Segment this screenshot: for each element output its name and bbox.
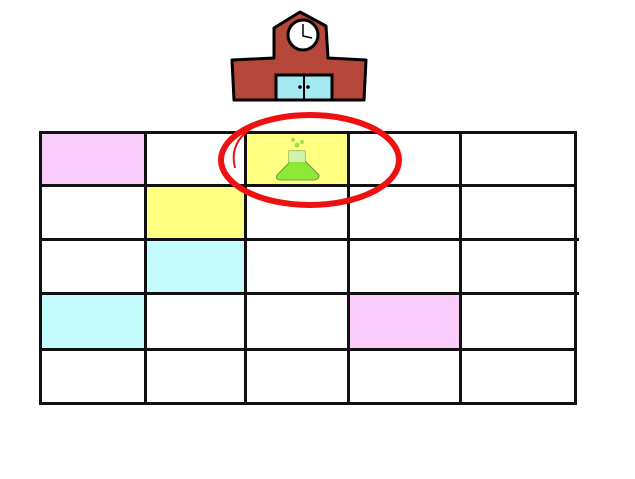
board-cell-4-2[interactable]: [245, 349, 348, 403]
board-cell-4-3[interactable]: [348, 349, 460, 403]
board-cell-4-0[interactable]: [40, 349, 145, 403]
board-cell-3-4[interactable]: [460, 293, 575, 349]
grid-line: [39, 238, 579, 241]
grid-line: [144, 131, 147, 405]
school-icon: [228, 8, 370, 109]
grid-line: [39, 131, 42, 405]
board-cell-4-4[interactable]: [460, 349, 575, 403]
board-cell-3-2[interactable]: [245, 293, 348, 349]
board-cell-4-1[interactable]: [145, 349, 245, 403]
board-cell-3-1[interactable]: [145, 293, 245, 349]
board-cell-1-4[interactable]: [460, 185, 575, 239]
board-cell-0-4[interactable]: [460, 132, 575, 185]
board-cell-2-4[interactable]: [460, 239, 575, 293]
grid-line: [459, 131, 462, 405]
board-cell-2-3[interactable]: [348, 239, 460, 293]
grid-line: [39, 402, 577, 405]
board-cell-2-0[interactable]: [40, 239, 145, 293]
board-cell-2-1[interactable]: [145, 239, 245, 293]
grid-line: [574, 131, 577, 405]
board-cell-3-3[interactable]: [348, 293, 460, 349]
grid-line: [39, 348, 577, 351]
board-cell-1-0[interactable]: [40, 185, 145, 239]
board-cell-2-2[interactable]: [245, 239, 348, 293]
highlight-circle: [215, 108, 410, 218]
board-cell-3-0[interactable]: [40, 293, 145, 349]
grid-line: [39, 292, 579, 295]
board-cell-0-0[interactable]: [40, 132, 145, 185]
